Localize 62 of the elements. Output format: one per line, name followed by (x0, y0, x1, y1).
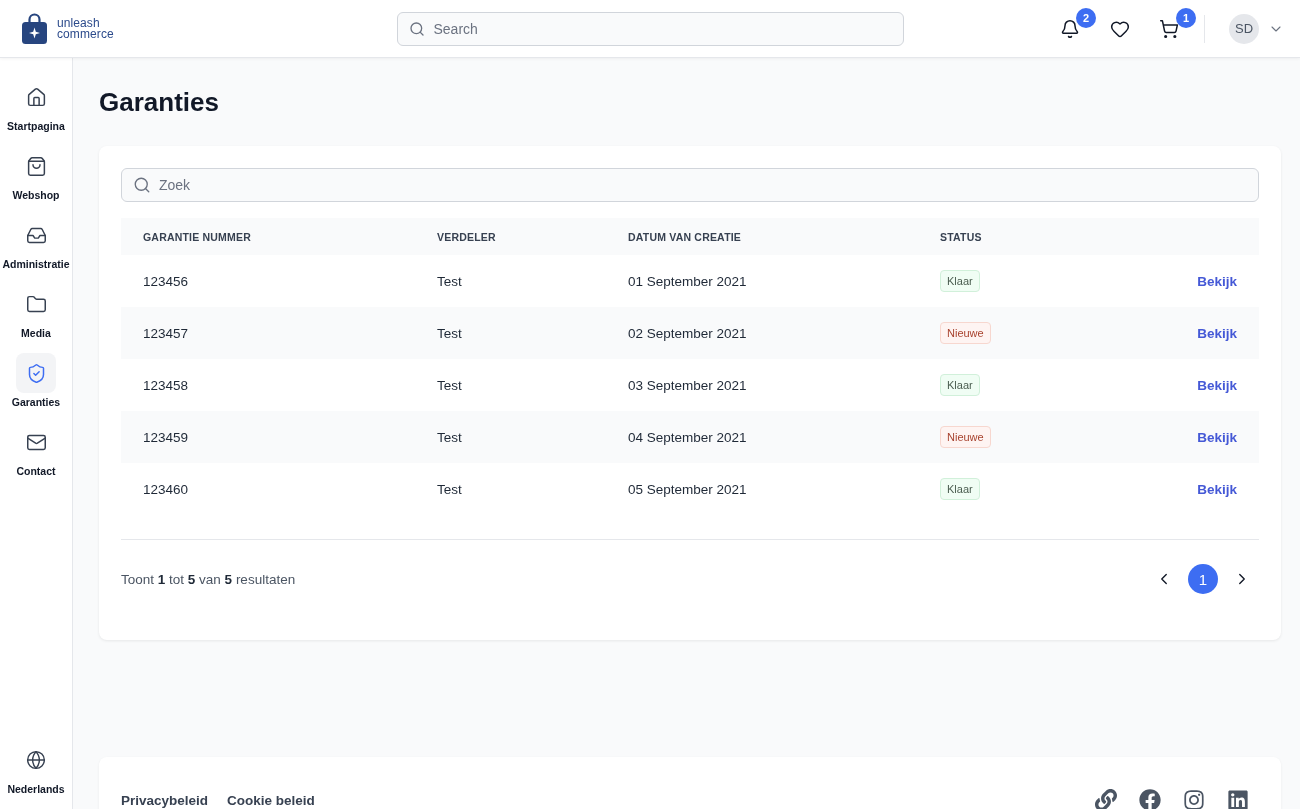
cart-icon (1159, 18, 1179, 39)
table-cell: Test (437, 481, 462, 497)
column-header: STATUS (940, 230, 982, 243)
notification-count-badge: 2 (1076, 7, 1096, 28)
link-icon[interactable] (1095, 789, 1117, 809)
user-avatar[interactable]: SD (1229, 13, 1259, 44)
favorites-button[interactable] (1110, 18, 1130, 39)
bell-icon (1060, 18, 1080, 39)
column-header: DATUM VAN CREATIE (628, 230, 742, 243)
footer-link[interactable]: Privacybeleid (121, 792, 209, 808)
table-cell: 01 September 2021 (628, 273, 747, 289)
sidebar-item[interactable]: Webshop (0, 146, 72, 201)
sidebar-item[interactable]: Contact (0, 422, 72, 477)
table-cell: 04 September 2021 (628, 429, 747, 445)
view-link[interactable]: Bekijk (1197, 273, 1237, 289)
column-header: VERDELER (437, 230, 496, 243)
search-field[interactable]: Search (396, 11, 904, 46)
house-icon (25, 86, 47, 108)
cart-count-badge: 1 (1176, 7, 1196, 28)
sidebar-item[interactable]: Startpagina (0, 77, 72, 132)
sidebar-item[interactable]: Media (0, 284, 72, 339)
table-cell: 123457 (143, 325, 189, 341)
folder-icon (25, 293, 47, 315)
table-cell: Test (437, 273, 462, 289)
view-link[interactable]: Bekijk (1197, 325, 1237, 341)
view-link[interactable]: Bekijk (1197, 377, 1237, 393)
search-field[interactable]: Zoek (121, 168, 1259, 202)
table-cell: 03 September 2021 (628, 377, 747, 393)
facebook-icon[interactable] (1139, 789, 1161, 809)
table-cell: 05 September 2021 (628, 481, 747, 497)
results-summary: Toont 1 tot 5 van 5 resultaten (121, 571, 296, 587)
globe-icon (26, 750, 46, 770)
view-link[interactable]: Bekijk (1197, 481, 1237, 497)
heart-icon (1110, 18, 1130, 39)
sidebar-item[interactable]: Garanties (0, 353, 72, 408)
column-header: GARANTIE NUMMER (143, 230, 251, 243)
search-icon (133, 176, 151, 194)
sidebar-item[interactable]: Administratie (0, 215, 72, 270)
page-button[interactable]: 1 (1188, 564, 1218, 594)
bag-logo-icon (22, 13, 47, 44)
footer-link[interactable]: Cookie beleid (227, 792, 315, 808)
table-cell: Test (437, 325, 462, 341)
linkedin-icon[interactable] (1227, 789, 1249, 809)
page-title: Garanties (99, 86, 219, 118)
status-badge: Klaar (940, 270, 980, 292)
instagram-icon[interactable] (1183, 789, 1205, 809)
status-badge: Nieuwe (940, 322, 991, 344)
language-selector[interactable]: Nederlands (0, 740, 72, 795)
view-link[interactable]: Bekijk (1197, 429, 1237, 445)
table-cell: Test (437, 429, 462, 445)
table-cell: 123456 (143, 273, 189, 289)
logo-text: unleash commerce (57, 18, 114, 39)
table-cell: 02 September 2021 (628, 325, 747, 341)
table-cell: Test (437, 377, 462, 393)
table-cell: 123458 (143, 377, 189, 393)
shopping-bag-icon (25, 155, 47, 177)
status-badge: Klaar (940, 478, 980, 500)
table-cell: 123459 (143, 429, 189, 445)
status-badge: Nieuwe (940, 426, 991, 448)
search-icon (408, 20, 425, 37)
table-cell: 123460 (143, 481, 189, 497)
status-badge: Klaar (940, 374, 980, 396)
